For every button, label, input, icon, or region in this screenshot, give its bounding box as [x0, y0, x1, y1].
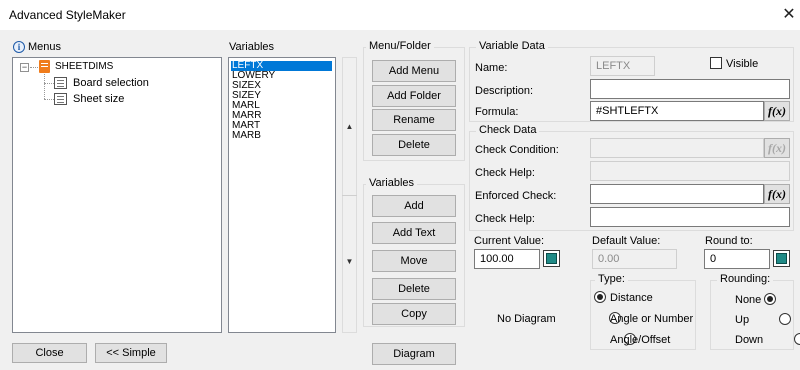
- type-distance-radio[interactable]: [594, 291, 606, 303]
- check-help-2-field[interactable]: [590, 207, 790, 227]
- name-label: Name:: [475, 62, 508, 74]
- tree-root-label[interactable]: SHEETDIMS: [55, 61, 113, 72]
- round-calculator-icon[interactable]: [773, 250, 790, 267]
- type-label: Type:: [595, 273, 628, 285]
- variable-item[interactable]: MARB: [231, 131, 332, 141]
- add-variable-button[interactable]: Add: [372, 195, 456, 217]
- delete-menu-button[interactable]: Delete: [372, 134, 456, 156]
- menus-label: Menus: [28, 41, 62, 53]
- type-angle-offset-label: Angle/Offset: [610, 334, 671, 346]
- close-button[interactable]: Close: [12, 343, 87, 363]
- menus-tree[interactable]: − SHEETDIMS Board selection Sheet size: [12, 57, 222, 333]
- rename-button[interactable]: Rename: [372, 109, 456, 131]
- window-title: Advanced StyleMaker: [9, 8, 126, 22]
- menu-page-icon: [54, 93, 67, 105]
- rounding-down-label: Down: [735, 334, 764, 346]
- enforced-check-fx-button[interactable]: f(x): [764, 184, 790, 204]
- menu-folder-icon: [39, 60, 50, 73]
- round-to-label: Round to:: [705, 235, 753, 247]
- check-help-field: [590, 161, 790, 181]
- variables-group-label: Variables: [366, 177, 418, 189]
- description-field[interactable]: [590, 79, 790, 99]
- enforced-check-label: Enforced Check:: [475, 190, 557, 202]
- move-button[interactable]: Move: [372, 250, 456, 272]
- menu-page-icon: [54, 77, 67, 89]
- rounding-label: Rounding:: [717, 273, 774, 285]
- menu-folder-group-label: Menu/Folder: [366, 40, 434, 52]
- add-text-button[interactable]: Add Text: [372, 222, 456, 244]
- type-distance-label: Distance: [610, 292, 653, 304]
- info-icon: i: [13, 41, 25, 53]
- close-window-icon[interactable]: ✕: [780, 5, 798, 25]
- copy-button[interactable]: Copy: [372, 303, 456, 325]
- calculator-icon[interactable]: [543, 250, 560, 267]
- check-condition-field: [590, 138, 764, 158]
- round-to-field[interactable]: 0: [704, 249, 770, 269]
- enforced-check-field[interactable]: [590, 184, 764, 204]
- formula-fx-button[interactable]: f(x): [764, 101, 790, 121]
- simple-mode-button[interactable]: << Simple: [95, 343, 167, 363]
- type-angle-number-label: Angle or Number: [610, 313, 694, 325]
- description-label: Description:: [475, 85, 534, 97]
- expand-toggle-icon[interactable]: −: [20, 63, 29, 72]
- formula-label: Formula:: [475, 106, 519, 118]
- tree-item-board-selection[interactable]: Board selection: [73, 77, 149, 89]
- diagram-button[interactable]: Diagram: [372, 343, 456, 365]
- default-value-field: 0.00: [592, 249, 677, 269]
- no-diagram-text: No Diagram: [497, 313, 556, 325]
- current-value-field[interactable]: 100.00: [474, 249, 540, 269]
- visible-checkbox[interactable]: [710, 57, 722, 69]
- current-value-label: Current Value:: [474, 235, 545, 247]
- check-data-group-label: Check Data: [476, 124, 540, 136]
- visible-label: Visible: [726, 58, 759, 70]
- move-down-arrow-icon[interactable]: ▼: [342, 257, 357, 266]
- rounding-down-radio[interactable]: [794, 333, 800, 345]
- variables-label: Variables: [229, 41, 275, 53]
- add-menu-button[interactable]: Add Menu: [372, 60, 456, 82]
- default-value-label: Default Value:: [592, 235, 661, 247]
- name-field: LEFTX: [590, 56, 655, 76]
- scroll-divider: [342, 195, 357, 196]
- variables-list[interactable]: LEFTX LOWERY SIZEX SIZEY MARL MARR MART …: [228, 57, 336, 333]
- check-help-label: Check Help:: [475, 167, 535, 179]
- delete-variable-button[interactable]: Delete: [372, 278, 456, 300]
- add-folder-button[interactable]: Add Folder: [372, 85, 456, 107]
- check-condition-fx-button: f(x): [764, 138, 790, 158]
- rounding-none-label: None: [735, 294, 762, 306]
- check-help-2-label: Check Help:: [475, 213, 535, 225]
- formula-field[interactable]: #SHTLEFTX: [590, 101, 764, 121]
- variable-data-group-label: Variable Data: [476, 40, 548, 52]
- move-up-arrow-icon[interactable]: ▲: [342, 122, 357, 131]
- tree-item-sheet-size[interactable]: Sheet size: [73, 93, 124, 105]
- check-condition-label: Check Condition:: [475, 144, 559, 156]
- rounding-up-label: Up: [735, 314, 750, 326]
